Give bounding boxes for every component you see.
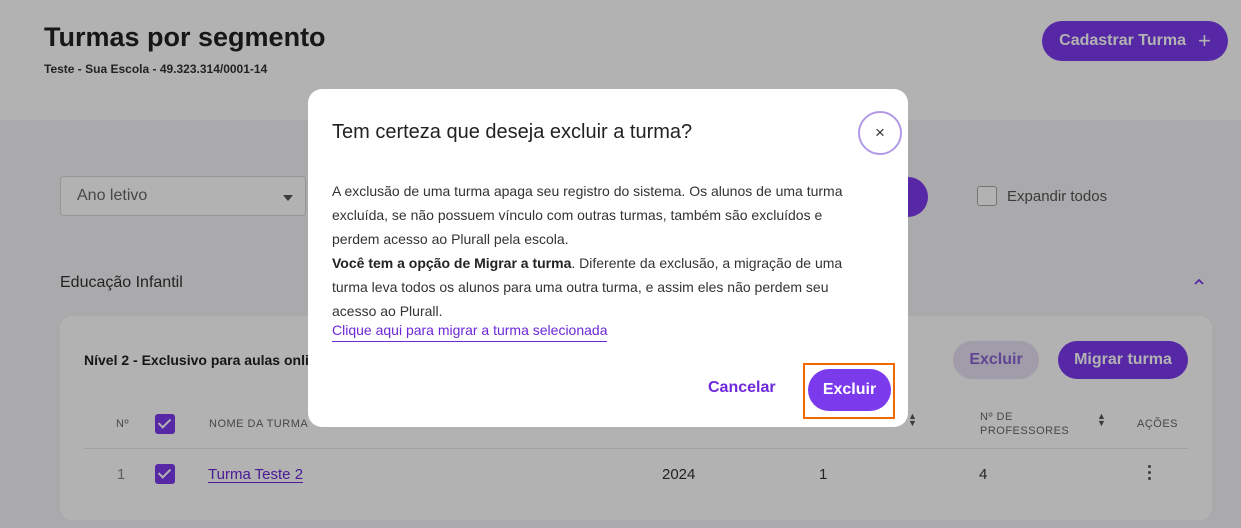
cancel-button[interactable]: Cancelar: [708, 379, 776, 397]
confirm-delete-modal: Tem certeza que deseja excluir a turma? …: [308, 89, 908, 427]
modal-body: A exclusão de uma turma apaga seu regist…: [332, 179, 872, 323]
confirm-excluir-button[interactable]: Excluir: [808, 369, 891, 411]
modal-paragraph-2: Você tem a opção de Migrar a turma. Dife…: [332, 251, 872, 323]
close-icon: ×: [875, 123, 885, 142]
close-button[interactable]: ×: [858, 111, 902, 155]
modal-title: Tem certeza que deseja excluir a turma?: [332, 121, 693, 143]
migrate-class-link[interactable]: Clique aqui para migrar a turma selecion…: [332, 322, 608, 342]
modal-paragraph-1: A exclusão de uma turma apaga seu regist…: [332, 183, 843, 247]
modal-paragraph-2-bold: Você tem a opção de Migrar a turma: [332, 255, 572, 271]
